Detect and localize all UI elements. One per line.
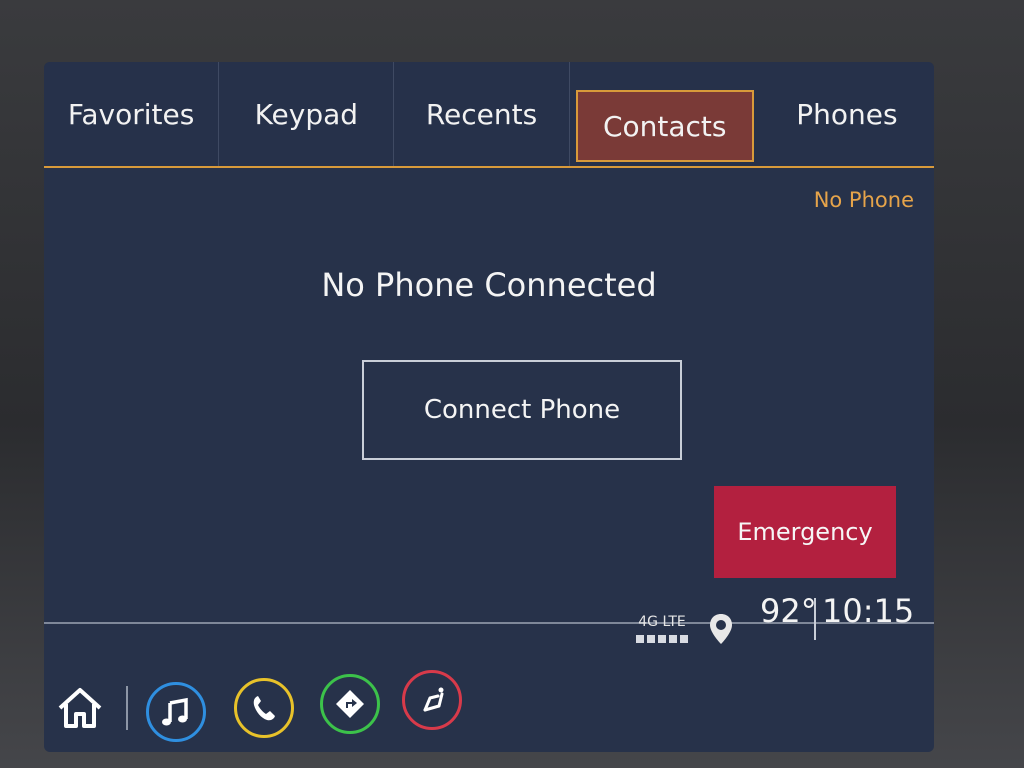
location-pin-icon [710,614,732,644]
phone-status-label: No Phone [813,188,914,212]
infotainment-screen: Favorites Keypad Recents Contacts Phones… [44,62,934,752]
phone-icon [253,696,275,721]
tab-phones[interactable]: Phones [760,62,934,166]
tab-keypad[interactable]: Keypad [219,62,395,166]
navigation-icon [336,690,364,718]
emergency-button[interactable]: Emergency [714,486,896,578]
seat-climate-button[interactable] [402,670,462,730]
page-title: No Phone Connected [321,266,657,304]
outside-temperature: 92° [760,592,817,630]
audio-icon [162,697,188,726]
phone-tab-bar: Favorites Keypad Recents Contacts Phones [44,62,934,168]
app-dock [44,642,934,752]
seat-icon [423,687,444,712]
status-separator [814,598,816,640]
home-icon[interactable] [54,682,106,734]
audio-button[interactable] [146,682,206,742]
navigation-button[interactable] [320,674,380,734]
tab-contacts[interactable]: Contacts [575,90,754,162]
dock-separator [126,686,128,730]
tab-recents[interactable]: Recents [394,62,570,166]
network-indicator: 4G LTE [632,614,692,643]
network-label: 4G LTE [638,614,686,630]
connect-phone-button[interactable]: Connect Phone [362,360,682,460]
tab-favorites[interactable]: Favorites [44,62,220,166]
clock: 10:15 [822,592,915,630]
phone-button[interactable] [234,678,294,738]
